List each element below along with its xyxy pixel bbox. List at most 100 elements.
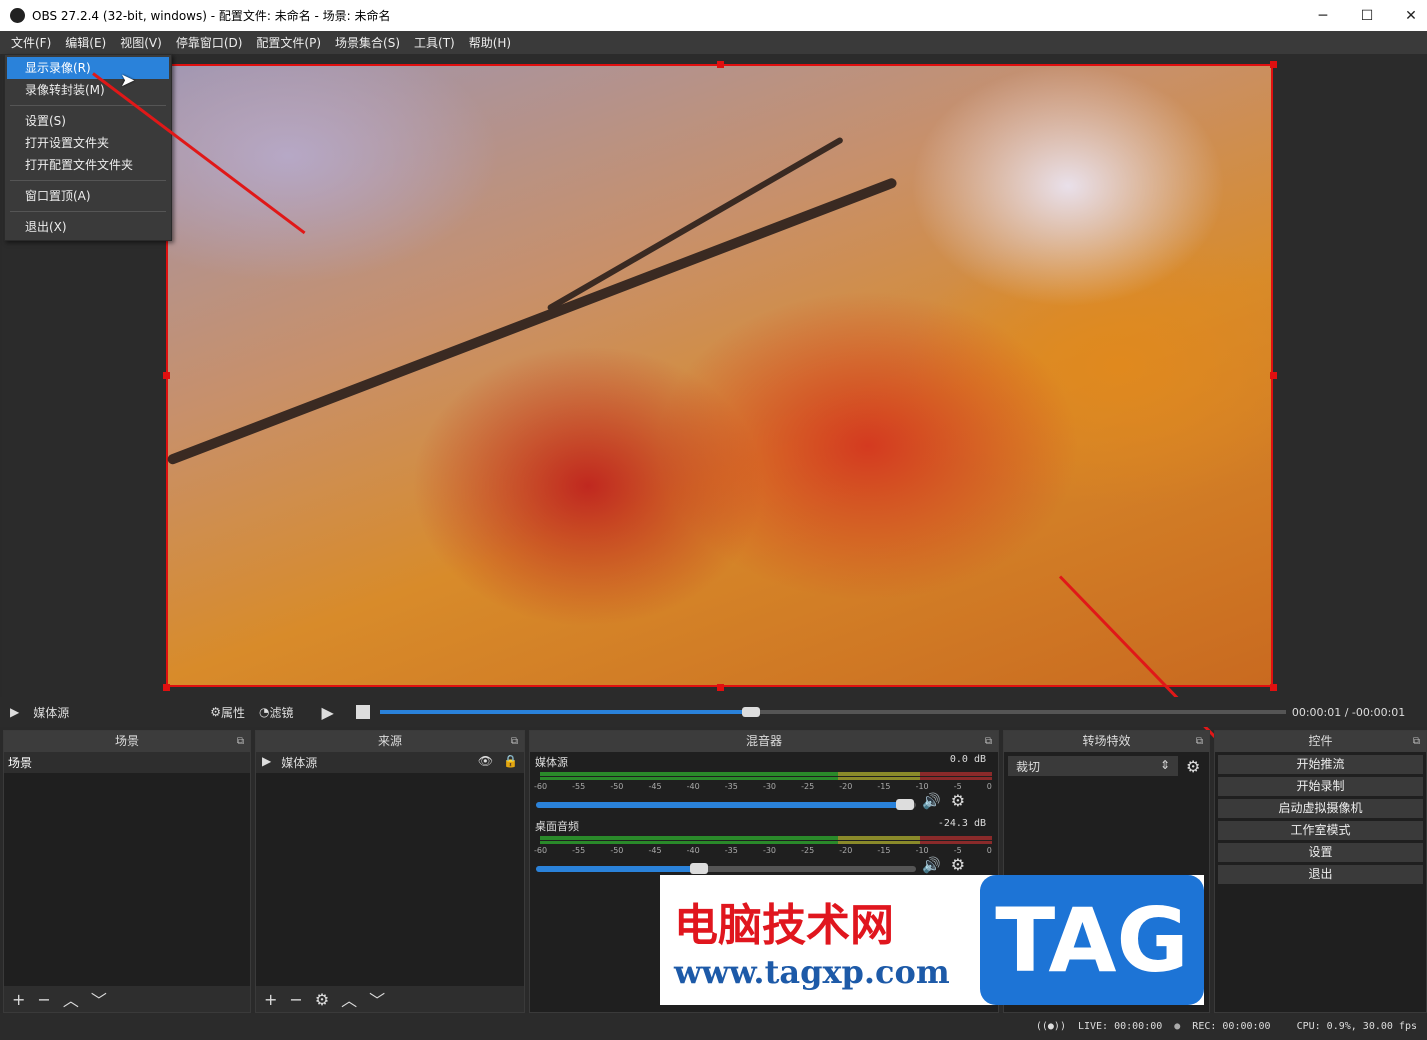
menu-item-open-profile-folder[interactable]: 打开配置文件文件夹 [7,154,169,176]
channel-db: 0.0 dB [949,754,986,765]
gear-icon[interactable]: ⚙ [951,791,965,810]
meter-tick-label: -10 [915,846,929,855]
resize-handle[interactable] [717,61,724,68]
speaker-icon[interactable]: 🔊 [922,792,941,810]
scenes-dock: 场景 ⧉ 场景 + − ︿ ﹀ [3,730,251,1013]
resize-handle[interactable] [1270,684,1277,691]
menu-item-remux[interactable]: 录像转封装(M) [7,79,169,101]
media-seek-slider[interactable] [379,707,1286,717]
meter-tick-label: -55 [572,782,586,791]
remove-icon[interactable]: − [289,990,302,1009]
gear-icon[interactable]: ⚙ [210,705,221,719]
maximize-button[interactable]: ☐ [1344,0,1390,31]
meter-tick-label: -35 [724,782,738,791]
sources-dock: 来源 ⧉ ▶ 媒体源 👁 🔒 + − ⚙ ︿ ﹀ [255,730,525,1013]
channel-name: 媒体源 [535,756,568,769]
move-up-icon[interactable]: ︿ [63,987,79,1011]
media-time: 00:00:01 / -00:00:01 [1291,705,1406,719]
move-down-icon[interactable]: ﹀ [369,987,385,1011]
meter-tick-label: -15 [877,846,891,855]
menu-view[interactable]: 视图(V) [113,34,169,51]
mixer-channel: 桌面音频 -24.3 dB -60 -55 -50 -45 -40 -35 -30 -25 -2… [530,816,998,880]
speaker-icon[interactable]: 🔊 [922,856,941,874]
meter-tick-label: -45 [648,846,662,855]
play-icon[interactable]: ▶ [10,705,19,719]
resize-handle[interactable] [1270,61,1277,68]
resize-handle[interactable] [1270,372,1277,379]
properties-button[interactable]: 属性 [221,704,245,721]
menu-separator [10,180,166,181]
float-icon[interactable]: ⧉ [1413,731,1420,752]
menu-item-always-on-top[interactable]: 窗口置顶(A) [7,185,169,207]
menu-file[interactable]: 文件(F) [4,34,58,51]
menu-docks[interactable]: 停靠窗口(D) [169,34,250,51]
play-button[interactable]: ▶ [322,703,334,722]
menu-edit[interactable]: 编辑(E) [58,34,113,51]
settings-button[interactable]: 设置 [1218,843,1423,862]
start-virtual-camera-button[interactable]: 启动虚拟摄像机 [1218,799,1423,818]
channel-db: -24.3 dB [937,818,986,829]
add-icon[interactable]: + [12,990,25,1009]
menu-item-exit[interactable]: 退出(X) [7,216,169,238]
float-icon[interactable]: ⧉ [237,731,244,752]
meter-tick-label: -20 [839,846,853,855]
gear-icon[interactable]: ⚙ [315,990,329,1009]
minimize-button[interactable]: ─ [1300,0,1346,31]
live-status: LIVE: 00:00:00 [1077,1021,1163,1032]
stop-button[interactable] [355,705,370,719]
menu-item-open-settings-folder[interactable]: 打开设置文件夹 [7,132,169,154]
start-recording-button[interactable]: 开始录制 [1218,777,1423,796]
spinner-icon: ⇕ [1159,758,1170,772]
eye-icon[interactable]: 👁 [478,754,493,771]
resize-handle[interactable] [717,684,724,691]
filters-button[interactable]: 滤镜 [270,704,294,721]
close-button[interactable]: ✕ [1388,0,1427,31]
float-icon[interactable]: ⧉ [1196,731,1203,752]
watermark-logo: 电脑技术网 www.tagxp.com TAG [660,875,1204,1005]
status-bar: ((●)) LIVE: 00:00:00 ● REC: 00:00:00 CPU… [0,1013,1427,1040]
meter-tick-label: -45 [648,782,662,791]
gear-icon[interactable]: ⚙ [1186,757,1200,776]
file-menu-dropdown: 显示录像(R) 录像转封装(M) 设置(S) 打开设置文件夹 打开配置文件文件夹… [4,54,172,241]
remove-icon[interactable]: − [37,990,50,1009]
volume-slider[interactable] [536,862,916,874]
media-controls-bar: ▶ 媒体源 ⚙ 属性 ◔ 滤镜 ▶ 00:00:01 / -00:00:01 [0,697,1427,727]
title-bar: OBS 27.2.4 (32-bit, windows) - 配置文件: 未命名… [0,0,1427,31]
transition-select[interactable]: 裁切 ⇕ [1008,756,1178,776]
start-streaming-button[interactable]: 开始推流 [1218,755,1423,774]
filter-icon[interactable]: ◔ [259,705,269,719]
menu-profile[interactable]: 配置文件(P) [249,34,328,51]
preview-media-image[interactable] [166,64,1273,687]
float-icon[interactable]: ⧉ [985,731,992,752]
rec-status: REC: 00:00:00 [1192,1021,1271,1032]
menu-separator [10,105,166,106]
meter-tick-label: -50 [610,846,624,855]
menu-item-show-recordings[interactable]: 显示录像(R) [7,57,169,79]
volume-slider[interactable] [536,798,916,810]
transition-value: 裁切 [1016,760,1041,774]
volume-meter [540,834,992,844]
volume-meter [540,770,992,780]
exit-button[interactable]: 退出 [1218,865,1423,884]
float-icon[interactable]: ⧉ [511,731,518,752]
meter-tick-label: -5 [953,846,962,855]
meter-tick-label: -60 [534,782,548,791]
add-icon[interactable]: + [264,990,277,1009]
scene-item[interactable]: 场景 [4,752,250,773]
obs-logo-icon [10,8,25,23]
gear-icon[interactable]: ⚙ [951,855,965,874]
menu-tools[interactable]: 工具(T) [407,34,462,51]
mixer-title: 混音器 [745,734,782,748]
studio-mode-button[interactable]: 工作室模式 [1218,821,1423,840]
menu-help[interactable]: 帮助(H) [462,34,518,51]
resize-handle[interactable] [163,372,170,379]
lock-icon[interactable]: 🔒 [503,754,518,771]
source-item[interactable]: ▶ 媒体源 👁 🔒 [256,752,524,773]
move-up-icon[interactable]: ︿ [341,987,357,1011]
move-down-icon[interactable]: ﹀ [91,987,107,1011]
resize-handle[interactable] [163,684,170,691]
meter-tick-label: -35 [724,846,738,855]
play-icon[interactable]: ▶ [262,754,271,771]
menu-scene-collection[interactable]: 场景集合(S) [328,34,407,51]
meter-tick-label: -20 [839,782,853,791]
